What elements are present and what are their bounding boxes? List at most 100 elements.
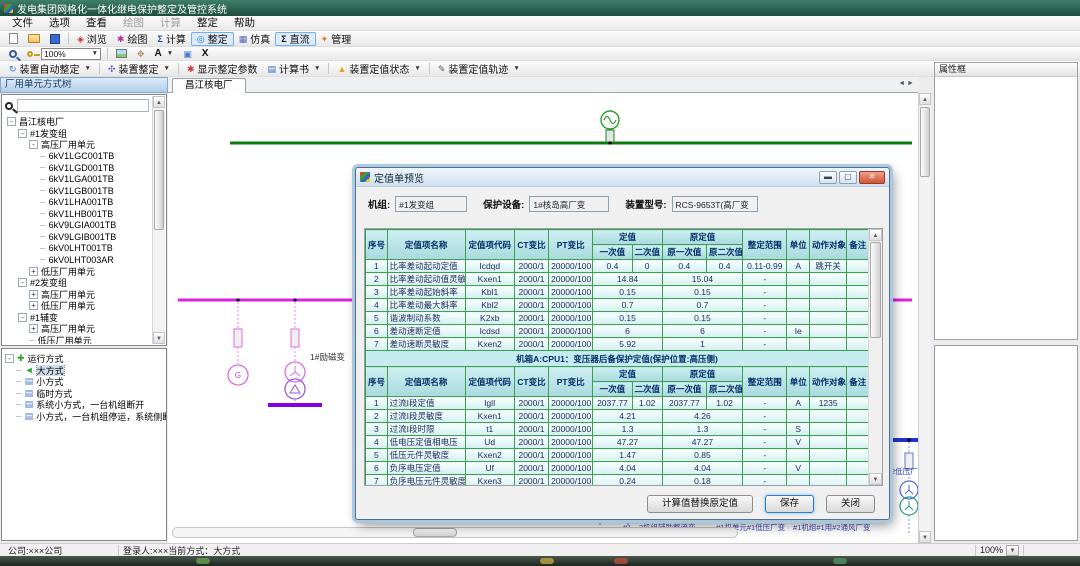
dialog-close-button[interactable]: 关闭 <box>826 495 875 513</box>
table-row[interactable]: 6负序电压定值Uf2000/120000/1004.044.04-V <box>366 462 869 475</box>
collapse-icon[interactable]: - <box>29 140 38 149</box>
close-button[interactable]: ✕ <box>859 171 885 184</box>
calc-button[interactable]: Σ计算 <box>152 32 190 46</box>
tree-scrollbar[interactable]: ▲ ▼ <box>152 96 165 344</box>
canvas-vertical-scrollbar[interactable]: ▲ ▼ <box>918 93 931 543</box>
menu-options[interactable]: 选项 <box>41 16 78 31</box>
tab-plant[interactable]: 昌江核电厂 <box>172 78 246 93</box>
tree-item[interactable]: ─6kV1LHB001TB <box>4 208 151 220</box>
dialog-title-bar[interactable]: 定值单预览 ▬ ▢ ✕ <box>356 168 889 187</box>
collapse-icon[interactable]: - <box>7 117 16 126</box>
tree-item[interactable]: ─6kV1LGC001TB <box>4 151 151 163</box>
scroll-up-icon[interactable]: ▲ <box>153 96 165 108</box>
tree-item[interactable]: -#1发变组 <box>4 128 151 140</box>
tree-item[interactable]: ─低压厂用单元 <box>4 335 151 345</box>
tree-item[interactable]: ─6kV1LGA001TB <box>4 174 151 186</box>
delete-button[interactable]: X <box>197 47 214 61</box>
menu-file[interactable]: 文件 <box>4 16 41 31</box>
expand-icon[interactable]: + <box>29 324 38 333</box>
page-button[interactable]: ▣ <box>178 47 197 61</box>
unit-field[interactable]: #1发变组 <box>395 196 467 212</box>
tree-item[interactable]: +高压厂用单元 <box>4 323 151 335</box>
tree-item[interactable]: ─6kV1LGD001TB <box>4 162 151 174</box>
table-row[interactable]: 2过流I段灵敏度Kxen12000/120000/1004.214.26- <box>366 410 869 423</box>
manage-button[interactable]: ✦管理 <box>316 32 357 46</box>
maximize-button[interactable]: ▢ <box>839 171 857 184</box>
value-status-button[interactable]: ▲装置定值状态▼ <box>332 62 425 76</box>
tab-pager-icons[interactable]: ◄ ► <box>898 80 914 87</box>
table-row[interactable]: 3比率差动起始斜率Kbl12000/120000/1000.150.15- <box>366 286 869 299</box>
calc-book-button[interactable]: ▤计算书▼ <box>263 62 326 76</box>
tree-item[interactable]: ─◄大方式 <box>2 365 166 377</box>
tree-item[interactable]: -高压厂用单元 <box>4 139 151 151</box>
canvas-horizontal-scrollbar[interactable] <box>172 527 738 538</box>
tree-item[interactable]: -✚运行方式 <box>2 353 166 365</box>
open-button[interactable] <box>23 32 45 46</box>
setting-table-container[interactable]: 序号定值项名称定值项代码CT变比PT变比定值原定值整定范围单位动作对象备注一次值… <box>364 228 883 486</box>
scroll-down-icon[interactable]: ▼ <box>919 531 931 543</box>
table-row[interactable]: 4低电压定值相电压Ud2000/120000/10047.2747.27-V <box>366 436 869 449</box>
table-row[interactable]: 5谐波制动系数K2xb2000/120000/1000.150.15- <box>366 312 869 325</box>
collapse-icon[interactable]: - <box>18 278 27 287</box>
tree-item[interactable]: ─▤系统小方式，一台机组断开 <box>2 399 166 411</box>
table-scrollbar[interactable]: ▲ ▼ <box>868 229 882 485</box>
tree-item[interactable]: -#1辅变 <box>4 312 151 324</box>
menu-view[interactable]: 查看 <box>78 16 115 31</box>
save-button[interactable] <box>45 32 65 46</box>
save-button[interactable]: 保存 <box>765 495 814 513</box>
pan-button[interactable]: ✥ <box>132 47 150 61</box>
key-button[interactable] <box>22 47 38 61</box>
tree-item[interactable]: +高压厂用单元 <box>4 289 151 301</box>
tree-item[interactable]: -#2发变组 <box>4 277 151 289</box>
image-button[interactable] <box>111 47 132 61</box>
dc-button[interactable]: Σ直流 <box>275 32 315 46</box>
menu-setting[interactable]: 整定 <box>189 16 226 31</box>
table-row[interactable]: 5低压元件灵敏度Kxen22000/120000/1001.470.85- <box>366 449 869 462</box>
scroll-down-icon[interactable]: ▼ <box>153 332 165 344</box>
new-button[interactable] <box>4 32 23 46</box>
tree-item[interactable]: ─6kV9LGIA001TB <box>4 220 151 232</box>
device-setting-button[interactable]: ✣装置整定▼ <box>103 62 175 76</box>
setting-button[interactable]: ◎整定 <box>191 32 234 46</box>
model-field[interactable]: RCS-9653T(高厂变 <box>672 196 758 212</box>
font-button[interactable]: A▼ <box>150 47 179 61</box>
collapse-icon[interactable]: - <box>18 129 27 138</box>
tree-item[interactable]: -昌江核电厂 <box>4 116 151 128</box>
auto-setting-button[interactable]: ↻装置自动整定▼ <box>4 62 96 76</box>
tree-item[interactable]: ─▤小方式，一台机组停运，系统侧断开 <box>2 411 166 423</box>
minimize-button[interactable]: ▬ <box>819 171 837 184</box>
tree-item[interactable]: ─6kV0LHT001TB <box>4 243 151 255</box>
tree-item[interactable]: ─6kV1LGB001TB <box>4 185 151 197</box>
scrollbar-thumb[interactable] <box>413 528 457 537</box>
search-icon[interactable] <box>5 102 13 110</box>
expand-icon[interactable]: + <box>29 301 38 310</box>
expand-icon[interactable]: + <box>29 267 38 276</box>
tree-item[interactable]: ─▤小方式 <box>2 376 166 388</box>
scroll-up-icon[interactable]: ▲ <box>919 93 931 105</box>
collapse-icon[interactable]: - <box>5 354 14 363</box>
scroll-up-icon[interactable]: ▲ <box>869 229 882 241</box>
tree-item[interactable]: ─6kV9LGIB001TB <box>4 231 151 243</box>
zoom-combobox[interactable]: 100% ▼ <box>41 48 101 60</box>
tree-item[interactable]: +低压厂用单元 <box>4 300 151 312</box>
table-row[interactable]: 7负序电压元件灵敏度Kxen32000/120000/1000.240.18- <box>366 475 869 487</box>
collapse-icon[interactable]: - <box>18 313 27 322</box>
table-row[interactable]: 6差动速断定值Icdsd2000/120000/10066-Ie <box>366 325 869 338</box>
table-row[interactable]: 4比率差动最大斜率Kbl22000/120000/1000.70.7- <box>366 299 869 312</box>
table-row[interactable]: 7差动速断灵敏度Kxen22000/120000/1005.921- <box>366 338 869 351</box>
tree-search-input[interactable] <box>17 99 149 112</box>
zoom-dropdown-button[interactable]: ▼ <box>1006 545 1019 556</box>
table-row[interactable]: 3过流I段时限t12000/120000/1001.31.3-S <box>366 423 869 436</box>
tree-item[interactable]: ─6kV0LHT003AR <box>4 254 151 266</box>
find-button[interactable] <box>4 47 22 61</box>
table-row[interactable]: 2比率差动起动值灵敏度Kxen12000/120000/10014.8415.0… <box>366 273 869 286</box>
show-params-button[interactable]: ✱显示整定参数 <box>182 62 263 76</box>
browse-button[interactable]: ◈浏览 <box>72 32 112 46</box>
tree-item[interactable]: +低压厂用单元 <box>4 266 151 278</box>
simulation-button[interactable]: ▦仿真 <box>234 32 276 46</box>
value-track-button[interactable]: ✎装置定值轨迹▼ <box>433 62 525 76</box>
device-field[interactable]: 1#核岛高厂变 <box>529 196 609 212</box>
table-row[interactable]: 1比率差动起动定值Icdqd2000/120000/1000.400.40.40… <box>366 260 869 273</box>
menu-help[interactable]: 帮助 <box>226 16 263 31</box>
tree-item[interactable]: ─6kV1LHA001TB <box>4 197 151 209</box>
